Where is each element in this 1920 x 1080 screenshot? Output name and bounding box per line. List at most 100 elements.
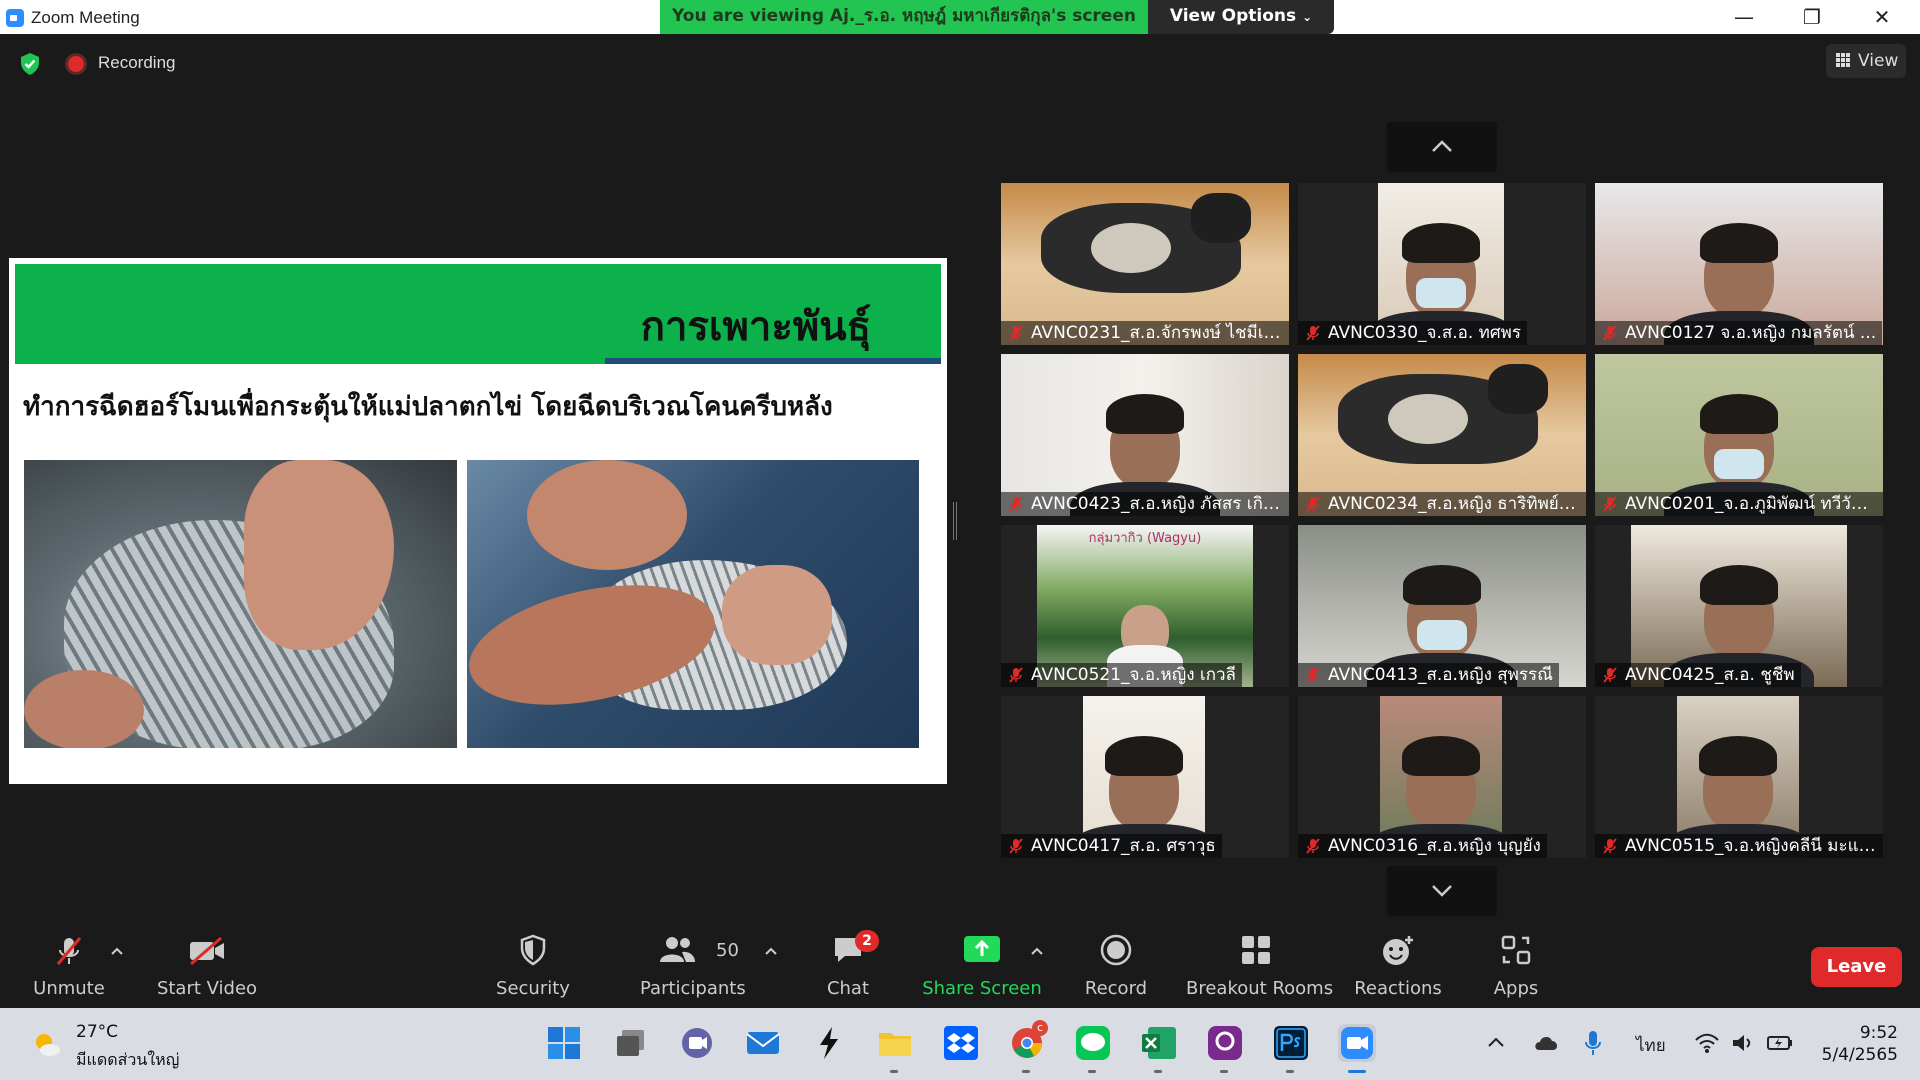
audio-options-caret-icon[interactable] (110, 946, 124, 956)
security-button[interactable]: Security (488, 920, 578, 1008)
excel-running-indicator (1154, 1070, 1162, 1073)
participants-button[interactable]: 50 Participants (640, 920, 746, 1008)
chevron-down-icon (1432, 885, 1452, 897)
gallery-next-page-button[interactable] (1387, 866, 1497, 916)
participant-name: AVNC0330_จ.ส.อ. ทศพร (1298, 321, 1528, 345)
share-options-caret-icon[interactable] (1030, 946, 1044, 956)
window-title: Zoom Meeting (31, 8, 140, 27)
explorer-running-indicator (890, 1070, 898, 1073)
participant-tile[interactable]: AVNC0330_จ.ส.อ. ทศพร (1298, 183, 1586, 345)
wifi-icon[interactable] (1694, 1032, 1720, 1054)
record-label: Record (1084, 978, 1148, 999)
unmute-button[interactable]: Unmute (24, 920, 114, 1008)
breakout-rooms-label: Breakout Rooms (1186, 978, 1334, 999)
line-app-icon[interactable] (1074, 1024, 1112, 1062)
start-video-label: Start Video (156, 978, 258, 999)
input-language[interactable]: ไทย (1636, 1032, 1666, 1059)
shared-screen[interactable]: การเพาะพันธุ์ ทำการฉีดฮอร์โมนเพื่อกระตุ้… (9, 258, 947, 784)
slide-header-divider (605, 358, 941, 364)
close-icon[interactable]: ✕ (1862, 4, 1902, 30)
muted-microphone-icon (1306, 667, 1320, 683)
chat-unread-badge: 2 (855, 930, 879, 952)
microphone-icon[interactable] (1584, 1030, 1602, 1056)
participant-name: AVNC0127 จ.อ.หญิง กมลรัตน์ ... (1595, 321, 1883, 345)
participant-name: AVNC0234_ส.อ.หญิง ธาริทิพย์ ... (1298, 492, 1586, 516)
view-button[interactable]: View (1826, 44, 1906, 78)
unmute-label: Unmute (33, 978, 105, 999)
task-view-icon[interactable] (612, 1024, 650, 1062)
fish-injection-photo-1 (24, 460, 457, 748)
volume-icon[interactable] (1730, 1032, 1756, 1054)
system-clock[interactable]: 9:52 5/4/2565 (1808, 1022, 1898, 1066)
security-label: Security (496, 978, 570, 999)
weather-description: มีแดดส่วนใหญ่ (76, 1050, 180, 1069)
battery-charging-icon[interactable] (1766, 1032, 1794, 1054)
breakout-rooms-button[interactable]: Breakout Rooms (1186, 920, 1334, 1008)
participant-tile[interactable]: AVNC0515_จ.อ.หญิงคลีนี มะแซ... (1595, 696, 1883, 858)
photoshop-icon[interactable] (1272, 1024, 1310, 1062)
slide-title: การเพาะพันธุ์ (640, 303, 871, 350)
chevron-up-icon (1432, 140, 1452, 152)
participant-tile[interactable]: AVNC0413_ส.อ.หญิง สุพรรณี (1298, 525, 1586, 687)
muted-microphone-icon (1603, 325, 1617, 341)
chrome-icon[interactable]: c (1008, 1020, 1048, 1062)
shield-check-icon[interactable] (18, 52, 42, 76)
participant-tile[interactable]: AVNC0234_ส.อ.หญิง ธาริทิพย์ ... (1298, 354, 1586, 516)
excel-icon[interactable] (1140, 1024, 1178, 1062)
fish-injection-photo-2 (467, 460, 919, 748)
viewing-banner: You are viewing Aj._ร.อ. หฤษฎ์ มหาเกียรต… (660, 0, 1148, 34)
pdf-app-icon[interactable] (1206, 1024, 1244, 1062)
participant-tile[interactable]: AVNC0127 จ.อ.หญิง กมลรัตน์ ... (1595, 183, 1883, 345)
muted-microphone-icon (1009, 667, 1023, 683)
participant-name: AVNC0201_จ.อ.ภูมิพัฒน์ ทวีวัฒ... (1595, 492, 1883, 516)
share-screen-label: Share Screen (922, 978, 1042, 999)
participant-name: AVNC0521_จ.อ.หญิง เกวลี (1001, 663, 1242, 687)
file-explorer-icon[interactable] (876, 1024, 914, 1062)
gallery-prev-page-button[interactable] (1387, 122, 1497, 172)
teams-chat-icon[interactable] (678, 1024, 716, 1062)
apps-label: Apps (1493, 978, 1539, 999)
minimize-icon[interactable]: — (1724, 4, 1764, 30)
clock-time: 9:52 (1859, 1023, 1898, 1043)
muted-microphone-icon (1306, 838, 1320, 854)
app-lightning-icon[interactable] (810, 1024, 848, 1062)
share-screen-button[interactable]: Share Screen (920, 920, 1044, 1008)
participant-tile[interactable]: AVNC0425_ส.อ. ชูชีพ (1595, 525, 1883, 687)
view-options-button[interactable]: View Options ⌄ (1148, 0, 1334, 34)
pdf-running-indicator (1220, 1070, 1228, 1073)
participant-name: AVNC0417_ส.อ. ศราวุธ (1001, 834, 1222, 858)
restore-icon[interactable]: ❐ (1792, 4, 1832, 30)
participants-options-caret-icon[interactable] (764, 946, 778, 956)
video-off-icon (190, 936, 224, 966)
partly-sunny-icon[interactable] (32, 1030, 62, 1060)
record-button[interactable]: Record (1074, 920, 1158, 1008)
participant-tile[interactable]: กลุ่มวากิว (Wagyu) AVNC0521_จ.อ.หญิง เกวล… (1001, 525, 1289, 687)
participant-tile[interactable]: AVNC0316_ส.อ.หญิง บุญยัง (1298, 696, 1586, 858)
windows-start-icon[interactable] (545, 1024, 583, 1062)
participant-tile[interactable]: AVNC0201_จ.อ.ภูมิพัฒน์ ทวีวัฒ... (1595, 354, 1883, 516)
start-video-button[interactable]: Start Video (152, 920, 262, 1008)
participant-name: AVNC0425_ส.อ. ชูชีพ (1595, 663, 1801, 687)
chevron-up-icon[interactable] (1487, 1036, 1505, 1048)
dropbox-icon[interactable] (942, 1024, 980, 1062)
onedrive-cloud-icon[interactable] (1532, 1032, 1560, 1052)
mail-icon[interactable] (744, 1024, 782, 1062)
chrome-profile-badge: c (1032, 1020, 1048, 1036)
grid-icon (1836, 53, 1850, 67)
record-icon (1100, 934, 1132, 966)
zoom-taskbar-icon[interactable] (1338, 1024, 1376, 1062)
participant-tile[interactable]: AVNC0417_ส.อ. ศราวุธ (1001, 696, 1289, 858)
muted-microphone-icon (1306, 325, 1320, 341)
participant-tile[interactable]: AVNC0231_ส.อ.จักรพงษ์ ไชมีเพ... (1001, 183, 1289, 345)
windows-taskbar: 27°C มีแดดส่วนใหญ่ c ไทย 9:52 5/4/2565 (0, 1008, 1920, 1080)
reactions-button[interactable]: Reactions (1350, 920, 1446, 1008)
panel-splitter[interactable] (953, 502, 957, 540)
chevron-down-icon: ⌄ (1302, 10, 1313, 24)
apps-button[interactable]: Apps (1476, 920, 1556, 1008)
participants-label: Participants (640, 978, 746, 999)
participant-tile[interactable]: AVNC0423_ส.อ.หญิง ภัสสร เกิด... (1001, 354, 1289, 516)
leave-button[interactable]: Leave (1811, 947, 1902, 987)
breakout-rooms-icon (1242, 936, 1270, 964)
slide-subtitle: ทำการฉีดฮอร์โมนเพื่อกระตุ้นให้แม่ปลาตกไข… (23, 392, 833, 422)
slide-header: การเพาะพันธุ์ (15, 264, 941, 364)
